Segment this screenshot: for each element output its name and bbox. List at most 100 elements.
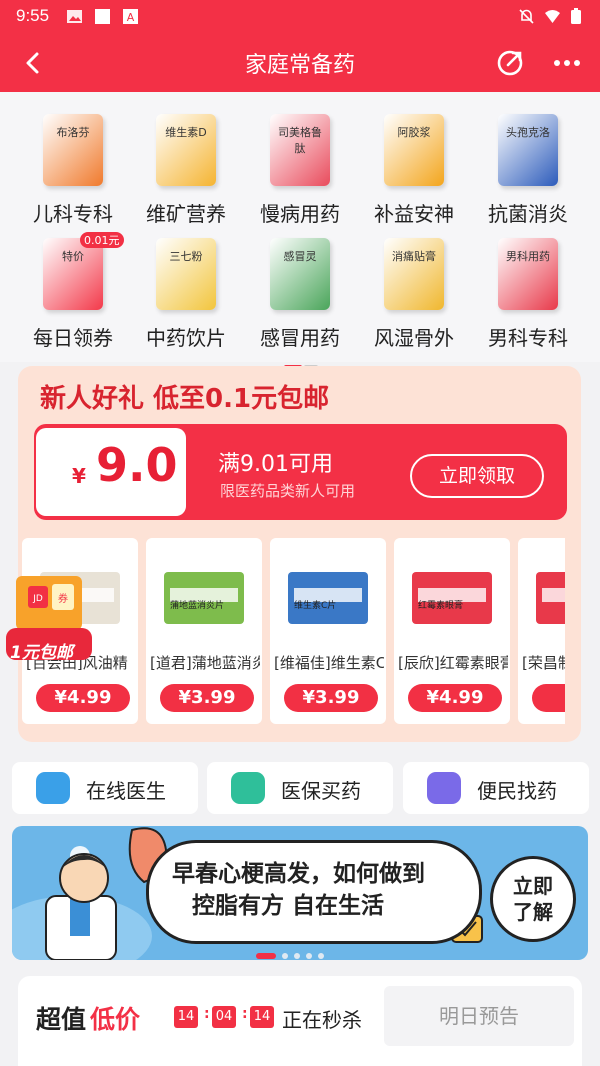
medical-card-icon <box>231 772 265 804</box>
category-product-icon: 头孢克洛 <box>498 114 558 186</box>
category-box-text: 消痛贴膏 <box>392 250 436 263</box>
square-icon <box>95 9 110 24</box>
product-price[interactable]: ¥3.99 <box>284 684 378 712</box>
svg-text:券: 券 <box>58 592 68 605</box>
product-price[interactable]: ¥1 <box>532 684 565 712</box>
tomorrow-preview-tab[interactable]: 明日预告 <box>384 986 574 1046</box>
category-box-text: 感冒灵 <box>283 250 317 263</box>
svg-text:JD: JD <box>32 594 43 604</box>
coupon-note: 限医药品类新人可用 <box>220 482 356 500</box>
image-icon <box>67 10 82 23</box>
service-button[interactable]: 便民找药 <box>403 762 589 814</box>
product-carousel: [百会田]风油精¥4.99[道君]蒲地蓝消炎片¥3.99蒲地蓝消炎片[维福佳]维… <box>20 538 565 724</box>
category-product-icon: 司美格鲁肽 <box>270 114 330 186</box>
category-product-icon: 消痛贴膏 <box>384 238 444 310</box>
pill-icon <box>427 772 461 804</box>
service-label: 在线医生 <box>86 779 166 803</box>
product-card[interactable]: [荣昌制药] ¥1 <box>518 538 565 724</box>
indicator-dot <box>306 953 312 959</box>
category-label: 感冒用药 <box>260 326 340 350</box>
product-name: [辰欣]红霉素眼膏 <box>398 654 508 672</box>
indicator-dot <box>318 953 324 959</box>
category-item[interactable]: 男科用药 男科专科 <box>471 224 585 350</box>
service-button[interactable]: 医保买药 <box>207 762 393 814</box>
coupon-amount: 9.0 <box>96 438 178 492</box>
service-button[interactable]: 在线医生 <box>12 762 198 814</box>
product-name: [道君]蒲地蓝消炎片 <box>150 654 260 672</box>
more-icon[interactable] <box>550 46 584 80</box>
product-name: [维福佳]维生素C片 <box>274 654 384 672</box>
price-tag-label: 0.01元 <box>80 232 124 248</box>
category-item[interactable]: 三七粉 中药饮片 <box>129 224 243 350</box>
doctor-icon <box>36 772 70 804</box>
category-item[interactable]: 维生素D 维矿营养 <box>129 100 243 226</box>
product-image <box>536 572 565 624</box>
product-box-label: 维生素C片 <box>294 601 337 611</box>
product-box-stripe <box>542 588 565 602</box>
category-label: 慢病用药 <box>260 202 340 226</box>
category-box-text: 布洛芬 <box>56 126 90 139</box>
banner-line1: 早春心梗高发，如何做到 <box>172 861 425 887</box>
category-product-icon: 维生素D <box>156 114 216 186</box>
indicator-dot <box>282 953 288 959</box>
category-box-text: 头孢克洛 <box>506 126 550 139</box>
category-product-icon: 特价 <box>43 238 103 310</box>
title-bar: 家庭常备药 <box>0 34 600 92</box>
category-item[interactable]: 布洛芬 儿科专科 <box>16 100 130 226</box>
countdown-seconds: 14 <box>250 1006 274 1028</box>
category-product-icon: 布洛芬 <box>43 114 103 186</box>
category-grid: 布洛芬 儿科专科 维生素D 维矿营养 司美格鲁肽 慢病用药 阿胶浆 补益安神 头孢克洛 抗菌消炎特… <box>0 92 600 362</box>
category-item[interactable]: 消痛贴膏 风湿骨外 <box>357 224 471 350</box>
category-product-icon: 男科用药 <box>498 238 558 310</box>
category-box-text: 司美格鲁肽 <box>278 126 322 155</box>
wifi-icon <box>545 10 560 23</box>
category-item[interactable]: 特价 每日领券 0.01元 <box>16 224 130 350</box>
battery-icon <box>571 8 581 24</box>
coupon-card[interactable]: ¥ 9.0 满9.01可用 限医药品类新人可用 立即领取 <box>34 424 567 520</box>
flash-sale-section: 超值 低价 14 : 04 : 14 正在秒杀 明日预告 <box>18 976 582 1066</box>
learn-more-button[interactable]: 立即 了解 <box>490 856 576 942</box>
mute-icon <box>519 9 534 24</box>
category-box-text: 特价 <box>62 250 84 263</box>
category-box-text: 三七粉 <box>169 250 203 263</box>
coupon-condition: 满9.01可用 <box>218 452 333 477</box>
product-name: [荣昌制药] <box>522 654 565 672</box>
category-item[interactable]: 感冒灵 感冒用药 <box>243 224 357 350</box>
category-label: 中药饮片 <box>146 326 226 350</box>
category-item[interactable]: 司美格鲁肽 慢病用药 <box>243 100 357 226</box>
service-label: 医保买药 <box>281 779 361 803</box>
category-item[interactable]: 头孢克洛 抗菌消炎 <box>471 100 585 226</box>
category-product-icon: 三七粉 <box>156 238 216 310</box>
service-label: 便民找药 <box>477 779 557 803</box>
status-bar: 9:55 A <box>0 0 600 34</box>
product-price[interactable]: ¥4.99 <box>36 684 130 712</box>
product-price[interactable]: ¥4.99 <box>408 684 502 712</box>
product-price[interactable]: ¥3.99 <box>160 684 254 712</box>
category-product-icon: 感冒灵 <box>270 238 330 310</box>
category-box-text: 维生素D <box>165 126 207 139</box>
coupon-currency: ¥ <box>72 464 86 488</box>
category-label: 儿科专科 <box>33 202 113 226</box>
flash-sale-title-a: 超值 <box>36 1005 87 1034</box>
category-item[interactable]: 阿胶浆 补益安神 <box>357 100 471 226</box>
share-icon[interactable] <box>493 46 527 80</box>
font-a-icon: A <box>123 9 138 24</box>
indicator-dot <box>294 953 300 959</box>
product-card[interactable]: [道君]蒲地蓝消炎片 ¥3.99 蒲地蓝消炎片 <box>146 538 262 724</box>
category-box-text: 阿胶浆 <box>397 126 431 139</box>
flash-sale-status: 正在秒杀 <box>282 1008 362 1032</box>
countdown-colon: : <box>242 1006 248 1022</box>
product-card[interactable]: [维福佳]维生素C片 ¥3.99 维生素C片 <box>270 538 386 724</box>
indicator-active <box>256 953 276 959</box>
category-label: 抗菌消炎 <box>488 202 568 226</box>
product-card[interactable]: [辰欣]红霉素眼膏 ¥4.99 红霉素眼膏 <box>394 538 510 724</box>
countdown-colon: : <box>204 1006 210 1022</box>
promo-headline: 新人好礼 低至0.1元包邮 <box>40 384 330 414</box>
heart-health-banner[interactable]: 早春心梗高发，如何做到 控脂有方 自在生活 立即 了解 <box>12 826 588 960</box>
claim-coupon-button[interactable]: 立即领取 <box>410 454 544 498</box>
cta-line1: 立即 <box>513 874 553 898</box>
one-yuan-shipping-label: 1元包邮 <box>10 643 73 663</box>
countdown-minutes: 04 <box>212 1006 236 1028</box>
category-box-text: 男科用药 <box>506 250 550 263</box>
category-product-icon: 阿胶浆 <box>384 114 444 186</box>
